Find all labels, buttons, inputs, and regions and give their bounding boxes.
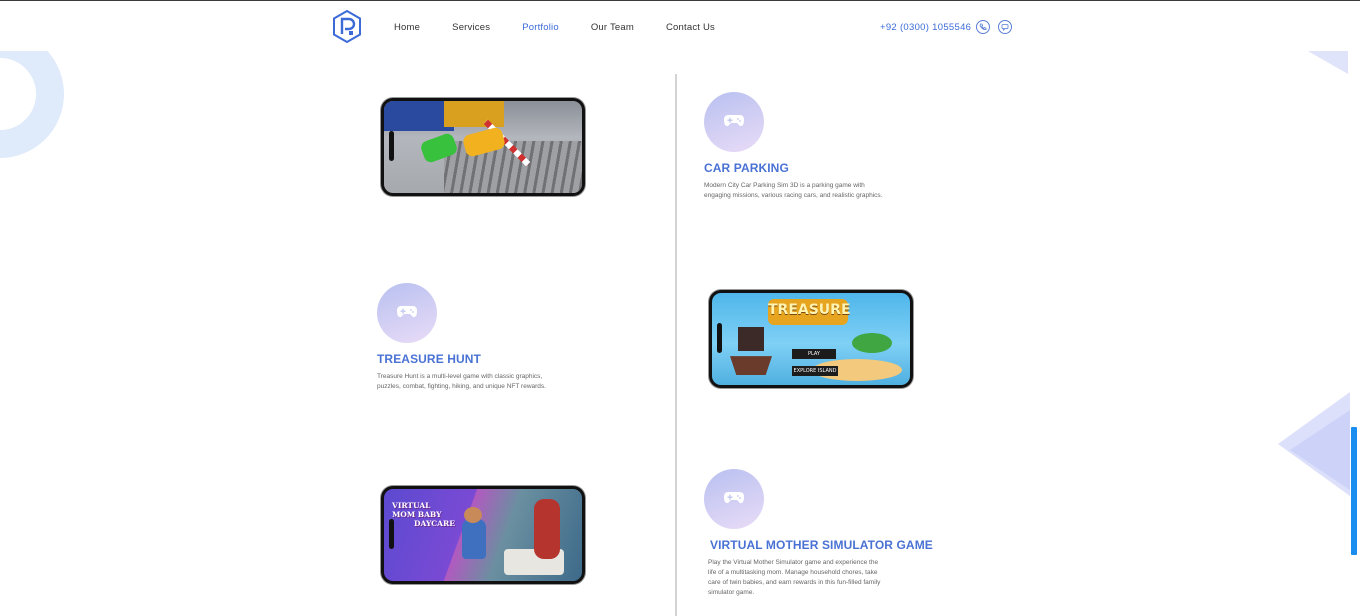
treasure-hunt-title: TREASURE HUNT	[377, 352, 481, 366]
treasure-explore-label: EXPLORE ISLAND	[792, 366, 838, 376]
chat-icon[interactable]	[998, 20, 1012, 34]
virtual-mother-description: Play the Virtual Mother Simulator game a…	[708, 559, 881, 596]
site-header: Home Services Portfolio Our Team Contact…	[0, 1, 1360, 51]
phone-number[interactable]: +92 (0300) 1055546	[880, 22, 971, 33]
treasure-hunt-screenshot: TREASURE PLAY EXPLORE ISLAND	[709, 290, 913, 388]
nav-portfolio[interactable]: Portfolio	[522, 22, 559, 33]
scrollbar-thumb[interactable]	[1351, 427, 1357, 555]
treasure-logo: TREASURE	[768, 299, 851, 325]
decorative-triangle-small	[1290, 410, 1350, 490]
treasure-hunt-description: Treasure Hunt is a multi-level game with…	[377, 373, 546, 390]
gamepad-icon	[377, 283, 437, 343]
gamepad-icon	[704, 92, 764, 152]
car-parking-screenshot	[381, 98, 585, 196]
virtual-mother-title: VIRTUAL MOTHER SIMULATOR GAME	[710, 538, 933, 552]
nav-our-team[interactable]: Our Team	[591, 22, 634, 33]
car-parking-title: CAR PARKING	[704, 161, 789, 175]
nav-home[interactable]: Home	[394, 22, 420, 33]
logo[interactable]	[332, 9, 362, 44]
gamepad-icon	[704, 469, 764, 529]
virtual-mom-logo: VIRTUAL MOM BABY DAYCARE	[392, 501, 455, 528]
virtual-mom-screenshot: VIRTUAL MOM BABY DAYCARE	[381, 486, 585, 584]
car-parking-description: Modern City Car Parking Sim 3D is a park…	[704, 182, 883, 199]
decorative-triangle-top	[1306, 50, 1348, 74]
timeline-divider	[675, 74, 677, 616]
nav-services[interactable]: Services	[452, 22, 490, 33]
nav-contact-us[interactable]: Contact Us	[666, 22, 715, 33]
main-nav: Home Services Portfolio Our Team Contact…	[394, 22, 747, 33]
treasure-play-label: PLAY	[792, 349, 836, 359]
phone-icon[interactable]	[976, 20, 990, 34]
